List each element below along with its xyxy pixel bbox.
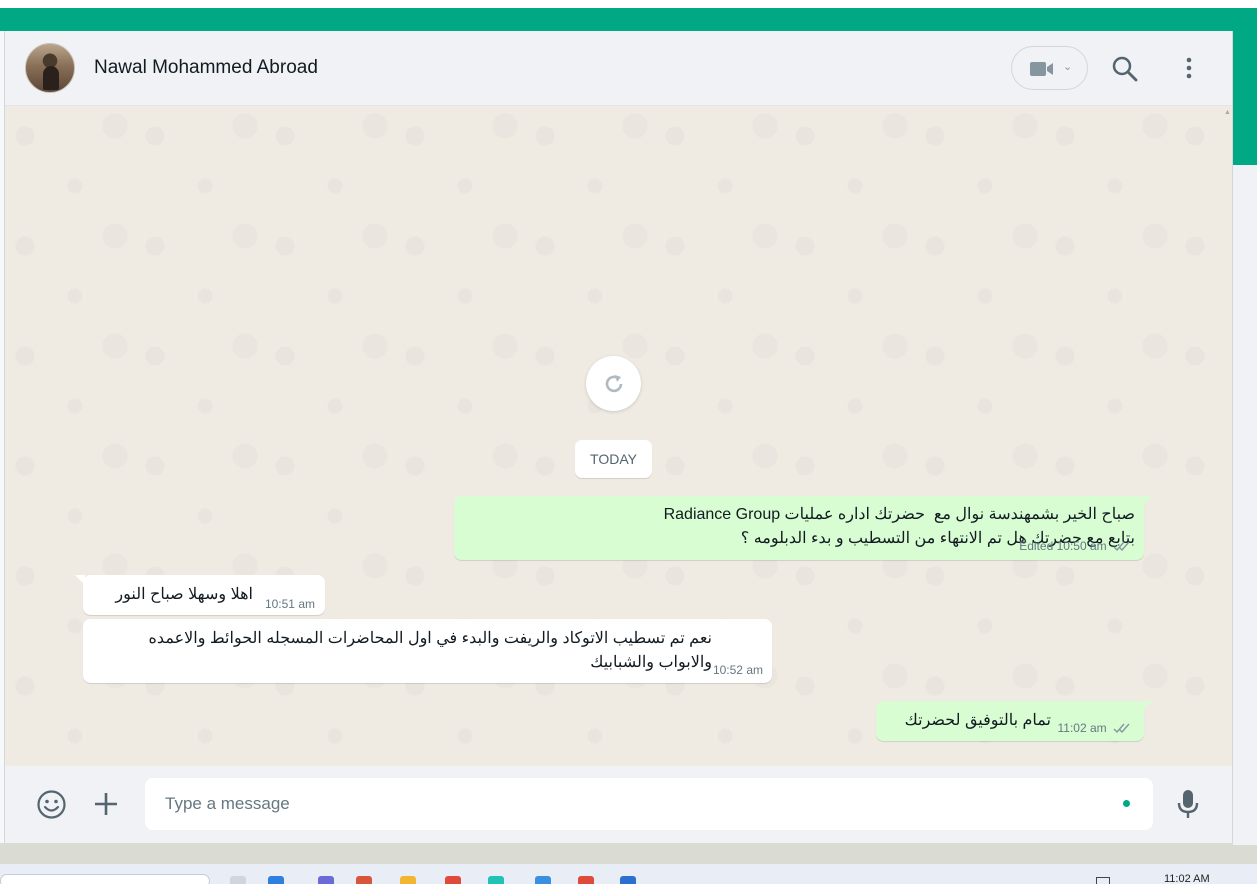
message-text: تمام بالتوفيق لحضرتك xyxy=(904,712,1051,729)
double-check-icon xyxy=(1113,723,1130,734)
bubble-tail xyxy=(75,575,85,585)
message-text: اهلا وسهلا صباح النور xyxy=(115,586,253,603)
search-icon xyxy=(1112,56,1138,82)
app-top-bar xyxy=(0,0,1257,31)
incoming-message[interactable]: اهلا وسهلا صباح النور 10:51 am xyxy=(75,575,325,615)
edited-label: Edited xyxy=(1019,539,1054,553)
emoji-button[interactable] xyxy=(36,789,67,820)
chat-header[interactable]: Nawal Mohammed Abroad ⌄ xyxy=(5,31,1232,106)
taskbar-search-box[interactable] xyxy=(0,874,210,884)
bubble-tail xyxy=(1142,701,1152,711)
message-time: 11:02 am xyxy=(1057,721,1107,735)
task-view-icon[interactable] xyxy=(230,876,246,884)
plus-icon xyxy=(95,793,117,815)
app-side-accent xyxy=(1233,31,1257,165)
chrome-icon[interactable] xyxy=(578,876,594,884)
vertical-dots-menu-icon xyxy=(1186,57,1192,79)
app-icon[interactable] xyxy=(318,876,334,884)
message-meta: 11:02 am xyxy=(1058,721,1132,735)
message-time: 10:52 am xyxy=(712,663,763,677)
app-icon[interactable] xyxy=(356,876,372,884)
search-button[interactable] xyxy=(1111,55,1139,83)
message-list[interactable]: ▲ TODAY صباح الخير بشمهندسة نوال مع حضرت… xyxy=(5,106,1232,766)
refresh-icon xyxy=(605,375,623,393)
app-side-panel xyxy=(1233,165,1257,845)
message-time: 10:50 am xyxy=(1056,539,1107,553)
outgoing-message[interactable]: صباح الخير بشمهندسة نوال مع حضرتك اداره … xyxy=(454,496,1152,560)
message-input[interactable] xyxy=(145,778,1153,830)
outgoing-message[interactable]: تمام بالتوفيق لحضرتك 11:02 am xyxy=(876,701,1152,741)
message-composer xyxy=(5,766,1232,843)
video-call-button[interactable]: ⌄ xyxy=(1011,46,1088,90)
file-explorer-icon[interactable] xyxy=(400,876,416,884)
contact-avatar[interactable] xyxy=(25,43,75,93)
voice-message-button[interactable] xyxy=(1176,788,1200,820)
emoji-icon xyxy=(37,790,66,819)
attach-button[interactable] xyxy=(93,791,119,817)
contact-name[interactable]: Nawal Mohammed Abroad xyxy=(94,57,318,79)
chrome-icon[interactable] xyxy=(445,876,461,884)
date-separator: TODAY xyxy=(575,440,652,478)
video-camera-icon xyxy=(1030,62,1053,76)
message-text: نعم تم تسطيب الاتوكاد والريفت والبدء في … xyxy=(148,630,712,671)
scrollbar-up-arrow[interactable]: ▲ xyxy=(1224,109,1231,116)
app-icon[interactable] xyxy=(488,876,504,884)
load-older-messages-button[interactable] xyxy=(586,356,641,411)
microphone-icon xyxy=(1177,790,1199,818)
message-meta: Edited 10:50 am xyxy=(1019,539,1131,553)
chevron-down-icon: ⌄ xyxy=(1063,61,1073,73)
message-time: 10:51 am xyxy=(264,597,315,611)
chat-menu-button[interactable] xyxy=(1177,56,1201,82)
app-icon[interactable] xyxy=(620,876,636,884)
windows-taskbar: 11:02 AM xyxy=(0,864,1257,884)
double-check-icon xyxy=(1113,541,1130,552)
calendar-icon[interactable] xyxy=(535,876,551,884)
input-status-dot xyxy=(1123,800,1130,807)
tray-icon[interactable] xyxy=(1096,877,1110,884)
bubble-tail xyxy=(1142,496,1152,506)
taskbar-clock[interactable]: 11:02 AM xyxy=(1164,873,1210,884)
app-icon[interactable] xyxy=(268,876,284,884)
chat-panel: Nawal Mohammed Abroad ⌄ ▲ TODAY صباح الخ… xyxy=(5,31,1233,843)
incoming-message[interactable]: نعم تم تسطيب الاتوكاد والريفت والبدء في … xyxy=(83,619,772,683)
